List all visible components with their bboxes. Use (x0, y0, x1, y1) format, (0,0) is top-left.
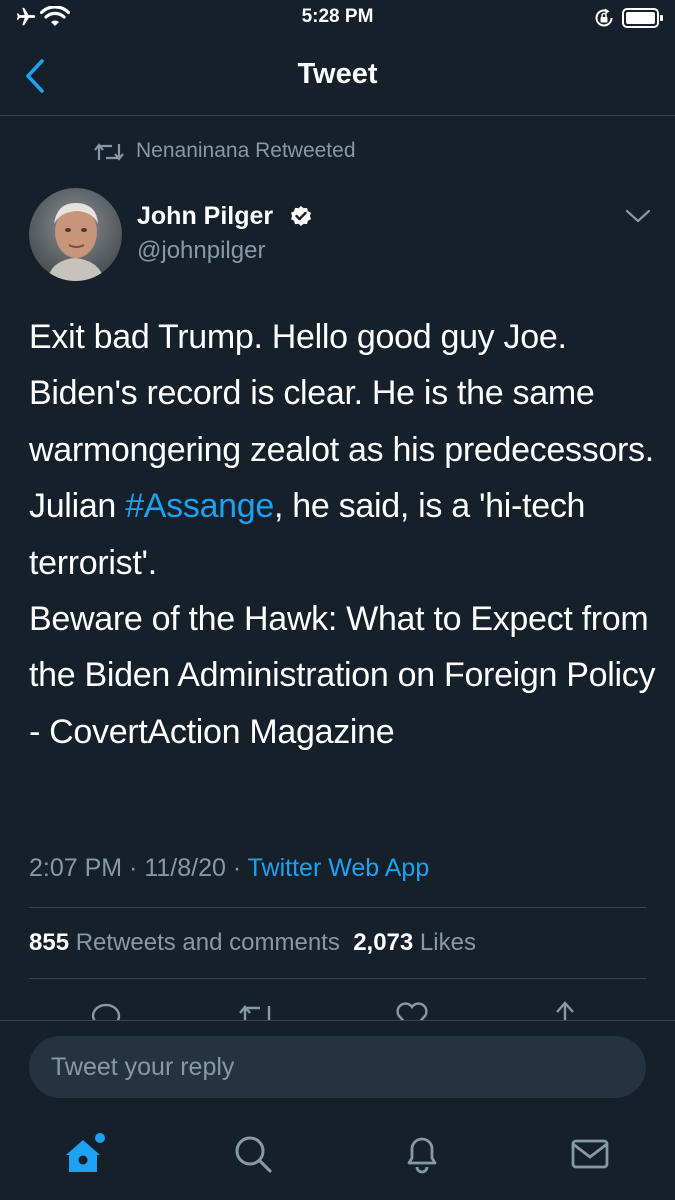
home-icon[interactable] (62, 1130, 110, 1178)
meta-separator: · (122, 854, 145, 882)
retweeted-by-label[interactable]: Nenaninana Retweeted (136, 139, 356, 163)
tweet-text: Exit bad Trump. Hello good guy Joe. Bide… (29, 309, 659, 760)
likes-stat[interactable]: 2,073 Likes (353, 929, 476, 956)
notifications-icon[interactable] (398, 1130, 446, 1178)
tab-messages[interactable] (566, 1130, 614, 1178)
retweets-label: Retweets and comments (75, 929, 340, 956)
likes-label: Likes (419, 929, 476, 956)
rotation-lock-icon (593, 7, 615, 34)
tab-notifications[interactable] (398, 1130, 446, 1178)
like-icon[interactable] (394, 1002, 430, 1020)
likes-count: 2,073 (353, 929, 414, 956)
meta-separator: · (225, 854, 248, 882)
author-name[interactable]: John Pilger (137, 202, 273, 231)
messages-icon[interactable] (566, 1130, 614, 1178)
retweets-count: 855 (29, 929, 70, 956)
reply-input[interactable] (29, 1036, 646, 1098)
share-icon[interactable] (548, 1000, 582, 1020)
tab-home[interactable] (62, 1130, 110, 1178)
tweet-date: 11/8/20 (144, 854, 226, 882)
tab-search[interactable] (229, 1130, 277, 1178)
author-handle[interactable]: @johnpilger (137, 237, 265, 265)
divider (29, 978, 646, 979)
divider (29, 907, 646, 908)
tweet-stats: 855 Retweets and comments 2,073 Likes (29, 929, 476, 957)
tweet-time: 2:07 PM (29, 854, 123, 882)
more-options-button[interactable] (625, 207, 651, 230)
retweet-action-icon[interactable] (238, 1002, 276, 1020)
hashtag-link[interactable]: #Assange (125, 487, 274, 525)
tweet-source-link[interactable]: Twitter Web App (248, 854, 430, 882)
tweet-meta: 2:07 PM · 11/8/20 · Twitter Web App (29, 854, 429, 883)
status-time: 5:28 PM (301, 6, 374, 27)
chevron-down-icon[interactable] (625, 207, 651, 225)
tweet-actions (0, 996, 675, 1020)
verified-badge-icon (289, 205, 313, 234)
retweets-stat[interactable]: 855 Retweets and comments (29, 929, 340, 956)
tweet-link-title: Beware of the Hawk: What to Expect from … (29, 600, 656, 751)
search-icon[interactable] (229, 1130, 277, 1178)
avatar[interactable] (29, 188, 122, 281)
reply-box[interactable] (29, 1036, 646, 1098)
battery-icon (622, 7, 664, 34)
retweet-icon (94, 141, 124, 168)
page-title: Tweet (297, 58, 378, 90)
reply-icon[interactable] (89, 1002, 123, 1020)
header-divider (0, 115, 675, 116)
compose-divider (0, 1020, 675, 1021)
